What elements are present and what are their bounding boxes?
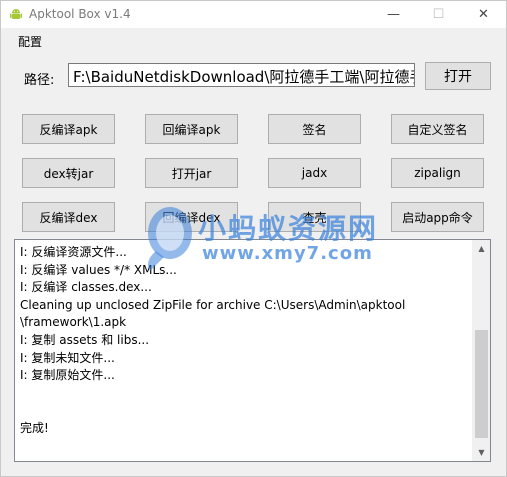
scroll-down-arrow-icon[interactable]: ▼ <box>473 444 490 461</box>
app-window: Apktool Box v1.4 — ☐ ✕ 配置 路径: F:\BaiduNe… <box>0 0 507 477</box>
path-label: 路径: <box>24 73 55 88</box>
log-line: I: 反编译 values */* XMLs... <box>20 262 177 277</box>
minimize-icon: — <box>387 7 400 22</box>
custom-sign-button[interactable]: 自定义签名 <box>391 114 484 144</box>
log-lines: I: 反编译资源文件... I: 反编译 values */* XMLs... … <box>20 244 405 438</box>
open-button[interactable]: 打开 <box>425 62 491 90</box>
recompile-apk-button[interactable]: 回编译apk <box>145 114 238 144</box>
check-shell-button[interactable]: 查壳 <box>268 202 361 232</box>
log-output[interactable]: I: 反编译资源文件... I: 反编译 values */* XMLs... … <box>14 239 491 462</box>
open-jar-button[interactable]: 打开jar <box>145 158 238 188</box>
log-line: I: 复制 assets 和 libs... <box>20 332 150 347</box>
log-line: Cleaning up unclosed ZipFile for archive… <box>20 297 406 312</box>
zipalign-button[interactable]: zipalign <box>391 158 484 188</box>
scroll-up-arrow-icon[interactable]: ▲ <box>473 240 490 257</box>
minimize-button[interactable]: — <box>371 1 416 28</box>
close-button[interactable]: ✕ <box>461 1 506 28</box>
close-icon: ✕ <box>478 7 489 22</box>
log-line: I: 反编译资源文件... <box>20 245 127 259</box>
maximize-button[interactable]: ☐ <box>416 1 461 28</box>
log-line: I: 反编译 classes.dex... <box>20 280 152 295</box>
log-line: I: 复制未知文件... <box>20 350 115 365</box>
recompile-dex-button[interactable]: 回编译dex <box>145 202 238 232</box>
maximize-icon: ☐ <box>432 7 445 22</box>
log-scrollbar[interactable]: ▲ ▼ <box>472 240 490 461</box>
path-input[interactable]: F:\BaiduNetdiskDownload\阿拉德手工端\阿拉德手工 <box>68 63 415 87</box>
menu-bar: 配置 <box>1 29 506 51</box>
sign-button[interactable]: 签名 <box>268 114 361 144</box>
title-bar[interactable]: Apktool Box v1.4 — ☐ ✕ <box>1 1 506 28</box>
start-app-command-button[interactable]: 启动app命令 <box>391 202 484 232</box>
menu-config[interactable]: 配置 <box>18 33 42 50</box>
window-title: Apktool Box v1.4 <box>29 7 131 21</box>
log-line: I: 复制原始文件... <box>20 368 115 383</box>
dex2jar-button[interactable]: dex转jar <box>22 158 115 188</box>
android-icon <box>10 9 22 19</box>
decompile-apk-button[interactable]: 反编译apk <box>22 114 115 144</box>
scroll-thumb[interactable] <box>475 330 488 438</box>
log-line: \framework\1.apk <box>20 315 127 330</box>
jadx-button[interactable]: jadx <box>268 158 361 188</box>
decompile-dex-button[interactable]: 反编译dex <box>22 202 115 232</box>
log-line: 完成! <box>20 420 49 435</box>
